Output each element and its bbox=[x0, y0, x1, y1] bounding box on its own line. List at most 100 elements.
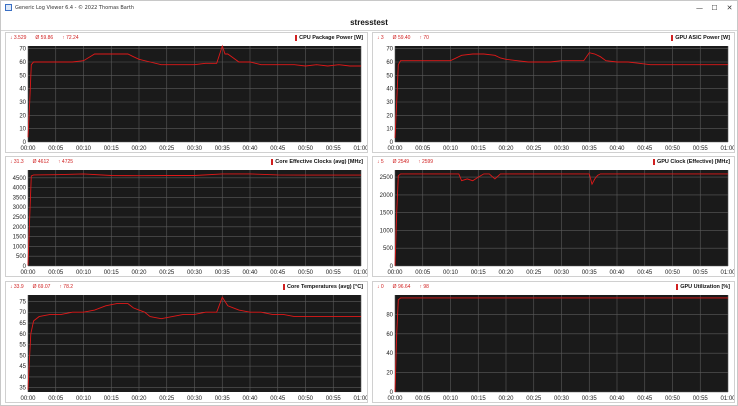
stat-max: ↑ 78.2 bbox=[59, 284, 74, 290]
x-tick-label: 00:05 bbox=[48, 146, 64, 152]
x-tick-label: 00:40 bbox=[609, 146, 625, 152]
y-tick-label: 2000 bbox=[380, 193, 394, 199]
panel-title-label: CPU Package Power [W] bbox=[299, 35, 363, 41]
x-tick-label: 00:20 bbox=[498, 396, 514, 402]
x-tick-label: 00:30 bbox=[187, 146, 203, 152]
stat-min: ↓ 31.3 bbox=[10, 159, 24, 165]
series-color-marker bbox=[652, 159, 655, 165]
y-tick-label: 70 bbox=[19, 47, 26, 53]
x-tick-label: 00:45 bbox=[270, 270, 286, 276]
x-tick-label: 00:00 bbox=[20, 270, 36, 276]
x-tick-label: 00:55 bbox=[326, 270, 342, 276]
x-tick-label: 00:40 bbox=[242, 270, 258, 276]
chart-panel-cpu-package-power[interactable]: ↓ 3.529 Ø 59.86 ↑ 72.24 CPU Package Powe… bbox=[5, 32, 368, 153]
line-chart: 01020304050607000:00 00:05 00:10 00:15 00:20… bbox=[386, 46, 734, 152]
x-tick-label: 00:20 bbox=[498, 146, 514, 152]
x-tick-label: 00:10 bbox=[443, 396, 459, 402]
x-tick-label: 00:25 bbox=[526, 146, 542, 152]
x-tick-label: 00:35 bbox=[582, 146, 598, 152]
chart-panel-gpu-clock[interactable]: ↓ 5 Ø 2549 ↑ 2599 GPU Clock (Effective) … bbox=[372, 156, 735, 277]
chart-panel-core-effective-clocks[interactable]: ↓ 31.3 Ø 4612 ↑ 4725 Core Effective Cloc… bbox=[5, 156, 368, 277]
x-tick-label: 00:55 bbox=[326, 396, 342, 402]
chart-panel-core-temperatures[interactable]: ↓ 33.9 Ø 69.07 ↑ 78.2 Core Temperatures … bbox=[5, 281, 368, 403]
x-tick-label: 00:20 bbox=[131, 396, 147, 402]
y-tick-label: 50 bbox=[19, 353, 26, 359]
y-tick-label: 50 bbox=[386, 73, 393, 79]
window-title: Generic Log Viewer 6.4 - © 2022 Thomas B… bbox=[15, 4, 135, 11]
y-tick-label: 40 bbox=[386, 351, 393, 357]
series-color-marker bbox=[295, 35, 298, 41]
x-tick-label: 00:15 bbox=[471, 270, 487, 276]
y-tick-label: 40 bbox=[19, 375, 26, 381]
panel-title[interactable]: GPU Utilization [%] bbox=[676, 282, 730, 292]
x-tick-label: 00:25 bbox=[159, 396, 175, 402]
line-chart: 01020304050607000:00 00:05 00:10 00:15 00:20… bbox=[19, 44, 367, 152]
x-tick-label: 00:05 bbox=[48, 270, 64, 276]
y-tick-label: 50 bbox=[19, 73, 26, 79]
x-tick-label: 00:05 bbox=[415, 270, 431, 276]
panel-title[interactable]: CPU Package Power [W] bbox=[295, 33, 363, 43]
app-icon bbox=[5, 4, 12, 11]
x-tick-label: 00:10 bbox=[76, 270, 92, 276]
stat-max: ↑ 4725 bbox=[58, 159, 74, 165]
panel-title[interactable]: GPU Clock (Effective) [MHz] bbox=[652, 157, 730, 167]
stat-max: ↑ 2599 bbox=[418, 159, 434, 165]
y-tick-label: 500 bbox=[16, 254, 27, 260]
y-tick-label: 55 bbox=[19, 343, 26, 349]
minimize-button[interactable]: — bbox=[692, 1, 707, 14]
stat-min: ↓ 5 bbox=[377, 159, 384, 165]
stat-max: ↑ 98 bbox=[419, 284, 429, 290]
x-tick-label: 00:50 bbox=[298, 270, 314, 276]
title-bar: Generic Log Viewer 6.4 - © 2022 Thomas B… bbox=[1, 1, 737, 14]
log-header: stresstest bbox=[1, 14, 737, 31]
x-tick-label: 01:00 bbox=[720, 270, 734, 276]
stat-max: ↑ 70 bbox=[419, 35, 429, 41]
y-tick-label: 70 bbox=[386, 47, 393, 53]
x-tick-label: 00:20 bbox=[131, 270, 147, 276]
x-tick-label: 00:50 bbox=[665, 146, 681, 152]
y-tick-label: 4000 bbox=[13, 186, 27, 192]
x-tick-label: 00:15 bbox=[104, 396, 120, 402]
x-tick-label: 00:15 bbox=[471, 396, 487, 402]
x-tick-label: 00:40 bbox=[242, 396, 258, 402]
x-tick-label: 00:20 bbox=[498, 270, 514, 276]
y-tick-label: 30 bbox=[19, 100, 26, 106]
x-tick-label: 00:15 bbox=[471, 146, 487, 152]
x-tick-label: 00:30 bbox=[187, 270, 203, 276]
y-tick-label: 45 bbox=[19, 364, 26, 370]
stat-min: ↓ 3.529 bbox=[10, 35, 27, 41]
y-tick-label: 20 bbox=[386, 113, 393, 119]
close-button[interactable]: ✕ bbox=[722, 1, 737, 14]
x-tick-label: 00:40 bbox=[242, 146, 258, 152]
x-tick-label: 00:55 bbox=[693, 396, 709, 402]
panel-title[interactable]: GPU ASIC Power [W] bbox=[671, 33, 730, 43]
y-tick-label: 500 bbox=[383, 246, 394, 252]
maximize-button[interactable]: ☐ bbox=[707, 1, 722, 14]
chart-panel-gpu-asic-power[interactable]: ↓ 3 Ø 59.40 ↑ 70 GPU ASIC Power [W] 0 10 2… bbox=[372, 32, 735, 153]
panel-title[interactable]: Core Effective Clocks (avg) [MHz] bbox=[271, 157, 363, 167]
x-tick-label: 01:00 bbox=[353, 396, 367, 402]
x-tick-label: 00:35 bbox=[582, 396, 598, 402]
y-tick-label: 3500 bbox=[13, 195, 27, 201]
y-tick-label: 2500 bbox=[13, 215, 27, 221]
line-chart: 35 40 45 50 55 60 65 70 75 00:00 00:05 00:10 00:15 00… bbox=[19, 295, 367, 402]
chart-panel-gpu-utilization[interactable]: ↓ 0 Ø 96.64 ↑ 98 GPU Utilization [%] 0 20… bbox=[372, 281, 735, 403]
x-tick-label: 00:30 bbox=[554, 270, 570, 276]
panel-title-label: GPU Utilization [%] bbox=[680, 284, 730, 290]
x-tick-label: 00:55 bbox=[693, 146, 709, 152]
series-color-marker bbox=[671, 35, 674, 41]
stat-min: ↓ 0 bbox=[377, 284, 384, 290]
panel-title[interactable]: Core Temperatures (avg) [°C] bbox=[282, 282, 363, 292]
y-tick-label: 20 bbox=[19, 113, 26, 119]
y-tick-label: 10 bbox=[19, 127, 26, 133]
x-tick-label: 00:30 bbox=[554, 146, 570, 152]
x-tick-label: 00:00 bbox=[20, 146, 36, 152]
stat-avg: Ø 96.64 bbox=[392, 284, 411, 290]
x-tick-label: 00:15 bbox=[104, 270, 120, 276]
x-tick-label: 00:10 bbox=[443, 146, 459, 152]
x-tick-label: 00:50 bbox=[298, 146, 314, 152]
x-tick-label: 01:00 bbox=[353, 146, 367, 152]
x-tick-label: 00:30 bbox=[187, 396, 203, 402]
series-color-marker bbox=[282, 284, 285, 290]
y-tick-label: 1500 bbox=[380, 211, 394, 217]
